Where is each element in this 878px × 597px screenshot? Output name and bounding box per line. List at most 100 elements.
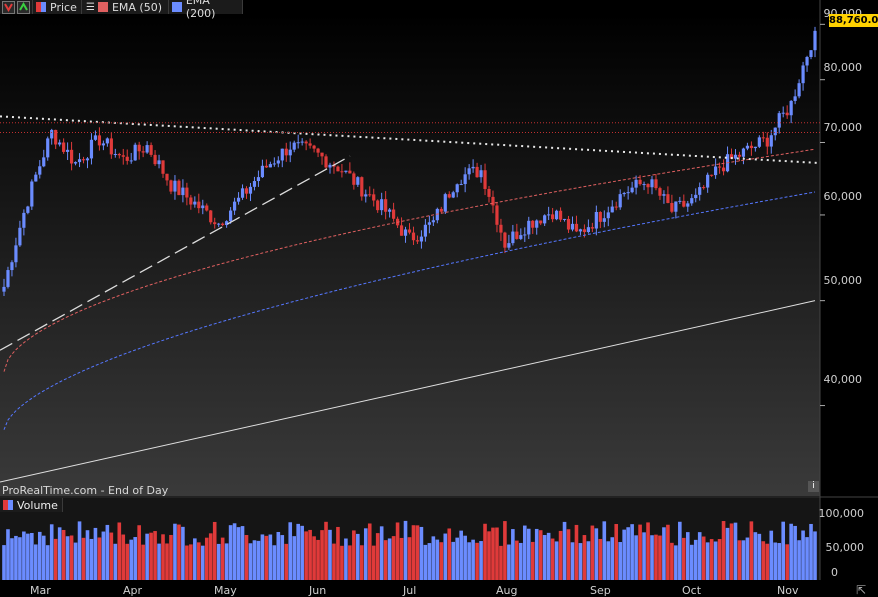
volume-bar	[650, 535, 654, 580]
candle-body	[141, 151, 145, 153]
candle-body	[761, 137, 765, 139]
volume-bar	[443, 533, 448, 580]
candle-body	[129, 160, 133, 162]
x-tick-label: Apr	[123, 584, 143, 597]
candle-body	[443, 194, 447, 212]
volume-bar	[622, 529, 626, 580]
y-tick-label: 50,000	[823, 274, 863, 287]
volume-bar	[26, 533, 30, 580]
volume-bar	[757, 533, 762, 580]
volume-bar	[356, 533, 360, 580]
candle-body	[590, 227, 594, 229]
volume-bar	[344, 538, 348, 580]
volume-bar	[153, 531, 157, 580]
volume-bar	[483, 523, 487, 580]
candle-body	[117, 153, 121, 156]
ema50-legend[interactable]: ☰ EMA (50)	[82, 0, 169, 14]
candle-body	[388, 209, 392, 212]
candle-body	[527, 220, 531, 235]
volume-bar	[30, 532, 34, 580]
volume-bar	[407, 537, 412, 580]
price-legend[interactable]: Price	[33, 0, 82, 14]
volume-bar	[49, 524, 54, 580]
candle-body	[109, 138, 113, 155]
candle-body	[58, 142, 62, 145]
volume-bar	[65, 536, 70, 580]
candle-body	[336, 166, 340, 172]
info-icon[interactable]: i	[808, 481, 819, 492]
x-tick-label: Jun	[309, 584, 327, 597]
expand-icon[interactable]: ⇱	[856, 583, 866, 597]
candle-body	[610, 206, 614, 213]
candle-body	[193, 201, 197, 205]
candle-body	[288, 149, 292, 156]
volume-bar	[248, 543, 253, 580]
volume-bar	[375, 533, 380, 580]
last-price-badge: 88,760.01	[829, 14, 878, 27]
candle-body	[272, 163, 276, 165]
volume-bar	[721, 521, 726, 580]
volume-bar	[320, 530, 324, 580]
candle-body	[113, 153, 117, 155]
candle-body	[475, 166, 479, 178]
volume-bar	[6, 529, 10, 580]
candle-body	[535, 220, 539, 228]
volume-bar	[530, 541, 535, 580]
volume-bar	[371, 545, 376, 580]
candle-body	[789, 100, 793, 116]
volume-bar	[451, 541, 456, 580]
volume-bar	[204, 537, 209, 580]
candle-body	[737, 154, 742, 157]
candle-body	[380, 199, 384, 211]
candle-body	[451, 192, 455, 198]
volume-bar	[328, 529, 332, 580]
candle-body	[547, 214, 551, 216]
candle-body	[177, 180, 181, 196]
candle-body	[137, 144, 141, 152]
volume-bar	[586, 541, 591, 580]
candle-body	[714, 166, 718, 176]
volume-bar	[546, 532, 551, 580]
volume-bar	[423, 544, 428, 580]
candle-body	[316, 148, 320, 153]
candle-body	[348, 170, 352, 174]
candle-body	[781, 112, 785, 114]
candle-body	[46, 138, 50, 158]
volume-bar	[479, 541, 483, 580]
candle-body	[678, 200, 682, 202]
volume-bar	[813, 531, 817, 580]
candle-body	[686, 203, 690, 207]
volume-legend[interactable]: Volume	[0, 498, 63, 512]
candle-body	[18, 227, 22, 246]
volume-bar	[713, 541, 718, 580]
candle-body	[264, 165, 268, 168]
x-tick-label: Sep	[590, 584, 611, 597]
candle-body	[431, 220, 435, 223]
candle-body	[38, 166, 42, 175]
volume-bar	[367, 523, 372, 580]
candle-body	[296, 142, 300, 144]
candle-body	[654, 179, 658, 189]
volume-bar	[268, 534, 273, 580]
volume-bar	[145, 533, 149, 580]
volume-bar	[693, 539, 698, 580]
candle-body	[169, 180, 173, 192]
volume-bar	[391, 536, 396, 580]
ema200-legend[interactable]: EMA (200)	[169, 0, 243, 20]
volume-bar	[689, 544, 694, 580]
candle-body	[26, 206, 30, 213]
candle-body	[570, 223, 575, 230]
volume-bar	[717, 539, 722, 580]
candle-body	[376, 200, 380, 211]
candle-body	[447, 194, 451, 198]
price-legend-label: Price	[50, 0, 77, 14]
ema200-legend-label: EMA (200)	[185, 0, 216, 20]
arrow-up-icon[interactable]	[17, 1, 30, 14]
volume-bar	[570, 542, 575, 580]
arrow-down-icon[interactable]	[2, 1, 15, 14]
candle-body	[391, 209, 396, 219]
volume-bar	[224, 543, 229, 580]
volume-bar	[733, 522, 738, 580]
chart-nav-buttons	[0, 0, 33, 14]
candle-body	[105, 138, 109, 144]
